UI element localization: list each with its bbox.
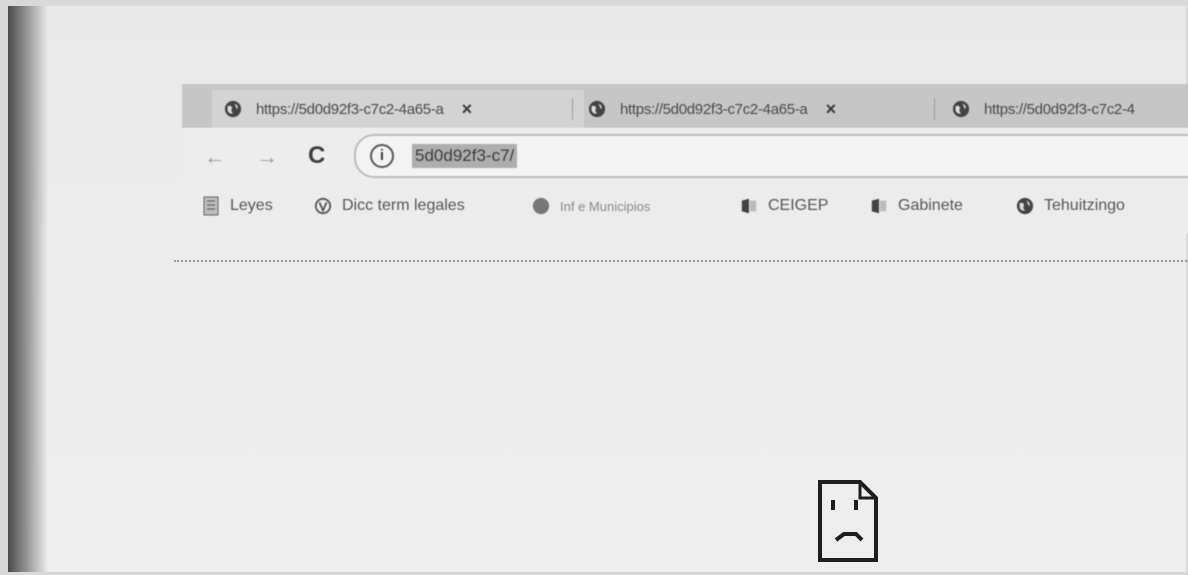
tab-3[interactable]: https://5d0d92f3-c7c2-4: [952, 90, 1188, 128]
tab-2-close-button[interactable]: ×: [826, 99, 837, 120]
document-icon: [203, 196, 219, 216]
tab-separator: [572, 98, 573, 120]
tab-1[interactable]: https://5d0d92f3-c7c2-4a65-a ×: [212, 90, 584, 128]
tab-1-close-button[interactable]: ×: [462, 99, 473, 120]
sad-file-icon: [818, 480, 878, 562]
bookmark-tehuitzingo[interactable]: Tehuitzingo: [1016, 196, 1125, 216]
divider: [174, 260, 1188, 262]
tab-strip: https://5d0d92f3-c7c2-4a65-a × https://5…: [182, 84, 1188, 128]
globe-icon: [224, 100, 242, 118]
bookmark-gabinete[interactable]: Gabinete: [870, 196, 963, 216]
bookmark-label: Inf e Municipios: [560, 198, 651, 214]
circle-icon: [532, 197, 550, 215]
browser-window: https://5d0d92f3-c7c2-4a65-a × https://5…: [174, 84, 1188, 264]
tab-2-title: https://5d0d92f3-c7c2-4a65-a: [620, 100, 808, 118]
bookmark-label: Gabinete: [898, 197, 963, 214]
bookmark-label: Tehuitzingo: [1044, 197, 1125, 214]
logo-icon: [314, 197, 332, 215]
bookmark-app-icon: [741, 198, 757, 214]
bookmark-label: CEIGEP: [768, 197, 829, 214]
bookmark-inf-municipios[interactable]: Inf e Municipios: [532, 196, 650, 216]
toolbar: ← → C i 5d0d92f3-c7/: [182, 128, 1188, 184]
site-info-icon[interactable]: i: [370, 144, 394, 168]
bookmark-label: Leyes: [230, 197, 273, 214]
reload-button[interactable]: C: [308, 142, 325, 170]
tab-1-title: https://5d0d92f3-c7c2-4a65-a: [256, 100, 444, 118]
tab-separator: [934, 98, 935, 120]
bookmarks-bar: Leyes Dicc term legales Inf e Municipios…: [182, 184, 1188, 234]
address-bar[interactable]: i 5d0d92f3-c7/: [354, 134, 1188, 178]
tab-3-title: https://5d0d92f3-c7c2-4: [984, 100, 1135, 118]
bookmark-ceigep[interactable]: CEIGEP: [740, 196, 828, 216]
tab-2[interactable]: https://5d0d92f3-c7c2-4a65-a ×: [580, 90, 948, 128]
bookmark-label: Dicc term legales: [342, 197, 465, 214]
bookmark-app-icon: [871, 198, 887, 214]
globe-icon: [1016, 197, 1034, 215]
forward-button[interactable]: →: [256, 144, 278, 170]
back-button[interactable]: ←: [204, 144, 226, 170]
globe-icon: [588, 100, 606, 118]
bookmark-dicc-term-legales[interactable]: Dicc term legales: [314, 196, 465, 216]
url-text[interactable]: 5d0d92f3-c7/: [412, 144, 518, 168]
globe-icon: [952, 100, 970, 118]
bookmark-leyes[interactable]: Leyes: [202, 196, 273, 216]
photo-shadow: [8, 6, 48, 572]
